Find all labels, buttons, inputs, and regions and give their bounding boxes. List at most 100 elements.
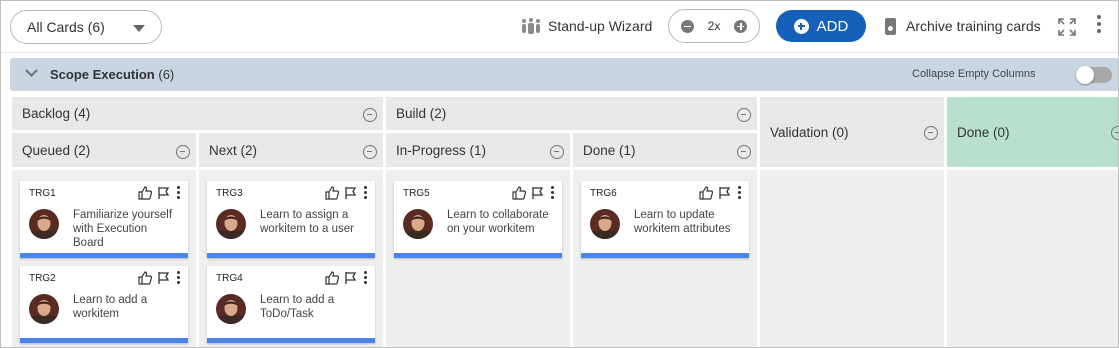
execution-board: All Cards (6) Stand-up Wizard 2x ADD Arc… [0,0,1119,348]
standup-wizard-button[interactable]: Stand-up Wizard [522,15,652,37]
add-button-label: ADD [816,17,849,35]
flag-icon[interactable] [718,186,732,200]
column-header-done-build: Done (1) [573,133,757,167]
avatar [590,209,620,239]
work-card[interactable]: TRG4 Learn to add a ToDo/Task [207,266,375,343]
collapse-circle-icon[interactable] [924,126,938,140]
group-label-build: Build (2) [396,106,447,121]
avatar [216,294,246,324]
column-label: Validation (0) [770,125,849,140]
avatar [403,209,433,239]
card-menu-icon[interactable] [176,186,180,200]
collapse-empty-columns-toggle[interactable] [1076,66,1112,84]
toggle-knob [1076,66,1094,84]
card-actions [512,186,554,200]
chevron-down-icon [133,25,145,32]
chevron-down-icon[interactable] [25,69,38,77]
card-menu-icon[interactable] [737,186,741,200]
avatar [29,294,59,324]
collapse-circle-icon[interactable] [363,108,377,122]
card-title: Learn to assign a workitem to a user [260,209,354,235]
work-card[interactable]: TRG3 Learn to assign a workitem to a use… [207,181,375,258]
card-actions [699,186,741,200]
card-id: TRG5 [403,188,430,199]
people-icon [522,18,540,34]
add-button[interactable]: ADD [776,10,866,42]
archive-icon [885,17,896,35]
card-id: TRG2 [29,273,56,284]
flag-icon[interactable] [531,186,545,200]
column-header-next: Next (2) [199,133,383,167]
swimlane-title: Scope Execution (6) [50,67,175,82]
more-options-icon[interactable] [1095,14,1103,38]
card-filter-dropdown[interactable]: All Cards (6) [10,10,162,44]
card-filter-label: All Cards (6) [27,19,105,35]
group-label-backlog: Backlog (4) [22,106,91,121]
collapse-circle-icon[interactable] [176,145,190,159]
thumbs-up-icon[interactable] [325,186,339,200]
column-header-done: Done (0) [947,97,1118,167]
column-header-in-progress: In-Progress (1) [386,133,570,167]
collapse-circle-icon[interactable] [363,145,377,159]
card-menu-icon[interactable] [363,271,367,285]
expand-icon[interactable] [1057,17,1077,37]
collapse-circle-icon[interactable] [737,145,751,159]
card-menu-icon[interactable] [363,186,367,200]
card-id: TRG6 [590,188,617,199]
zoom-out-icon[interactable] [681,19,694,33]
swimlane-header: Scope Execution (6) Collapse Empty Colum… [10,58,1118,91]
card-id: TRG4 [216,273,243,284]
thumbs-up-icon[interactable] [138,186,152,200]
work-card[interactable]: TRG2 Learn to add a workitem [20,266,188,343]
column-body-validation [760,170,944,347]
plus-circle-icon [793,18,809,34]
card-title: Learn to collaborate on your workitem [447,209,549,235]
group-header-build: Build (2) [386,97,757,130]
flag-icon[interactable] [344,271,358,285]
column-label: Done (1) [583,143,636,158]
column-header-queued: Queued (2) [12,133,196,167]
flag-icon[interactable] [157,186,171,200]
card-actions [138,186,180,200]
column-label: In-Progress (1) [396,143,487,158]
work-card[interactable]: TRG5 Learn to collaborate on your workit… [394,181,562,258]
thumbs-up-icon[interactable] [512,186,526,200]
work-card[interactable]: TRG6 Learn to update workitem attributes [581,181,749,258]
toolbar: All Cards (6) Stand-up Wizard 2x ADD Arc… [1,1,1118,53]
archive-label: Archive training cards [906,18,1041,34]
flag-icon[interactable] [157,271,171,285]
card-id: TRG1 [29,188,56,199]
group-header-backlog: Backlog (4) [12,97,383,130]
avatar [29,209,59,239]
collapse-circle-icon[interactable] [1111,126,1118,140]
zoom-control: 2x [668,9,760,43]
column-label: Next (2) [209,143,258,158]
card-actions [138,271,180,285]
collapse-empty-columns-label: Collapse Empty Columns [912,68,1036,80]
thumbs-up-icon[interactable] [699,186,713,200]
card-id: TRG3 [216,188,243,199]
card-title: Learn to add a ToDo/Task [260,294,335,320]
card-title: Learn to update workitem attributes [634,209,731,235]
zoom-in-icon[interactable] [734,19,747,33]
column-header-validation: Validation (0) [760,97,944,167]
standup-wizard-label: Stand-up Wizard [548,18,653,34]
work-card[interactable]: TRG1 Familiarize yourself with Execution… [20,181,188,258]
card-menu-icon[interactable] [176,271,180,285]
card-actions [325,271,367,285]
column-label: Done (0) [957,125,1010,140]
card-menu-icon[interactable] [550,186,554,200]
collapse-circle-icon[interactable] [737,108,751,122]
collapse-circle-icon[interactable] [550,145,564,159]
archive-training-cards-button[interactable]: Archive training cards [885,15,1041,37]
card-title: Familiarize yourself with Execution Boar… [73,209,173,249]
column-label: Queued (2) [22,143,91,158]
column-body-done [947,170,1118,347]
zoom-value: 2x [707,19,721,33]
card-actions [325,186,367,200]
avatar [216,209,246,239]
card-title: Learn to add a workitem [73,294,148,320]
thumbs-up-icon[interactable] [325,271,339,285]
thumbs-up-icon[interactable] [138,271,152,285]
flag-icon[interactable] [344,186,358,200]
